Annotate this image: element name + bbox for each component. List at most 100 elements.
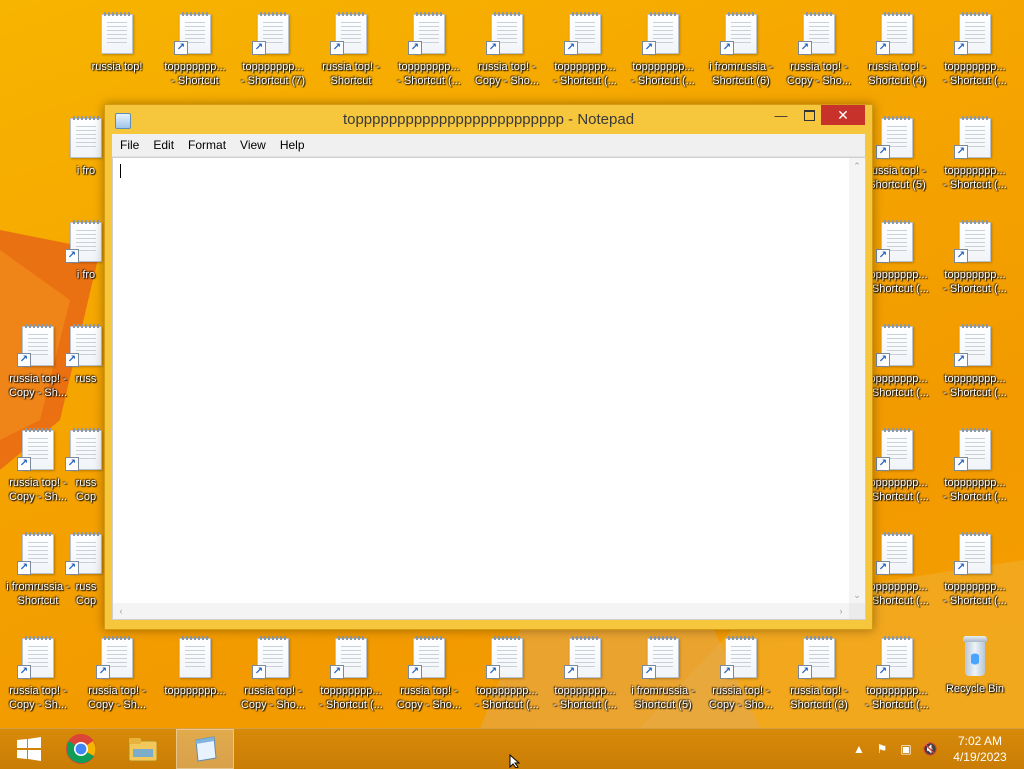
notepad-rings — [884, 636, 910, 640]
desktop-icon[interactable]: ↗ russia top! - Copy - Sh... — [79, 628, 155, 724]
shortcut-arrow-icon: ↗ — [954, 249, 968, 263]
notepad-rings — [962, 428, 988, 432]
desktop-icon[interactable]: ↗ russia top! - Copy - Sho... — [235, 628, 311, 724]
shortcut-arrow-icon: ↗ — [17, 353, 31, 367]
notepad-rings — [73, 532, 99, 536]
notepad-rings — [962, 324, 988, 328]
horizontal-scrollbar[interactable]: ‹ › — [113, 603, 849, 619]
menu-help[interactable]: Help — [273, 134, 312, 156]
desktop-icon-label: i fromrussia - Shortcut (5) — [631, 685, 695, 711]
notepad-rings — [962, 12, 988, 16]
desktop-icon-label: russia top! - Copy - Sho... — [240, 685, 306, 711]
maximize-button[interactable] — [795, 105, 823, 125]
desktop-icon[interactable]: ↗ toppppppp... - Shortcut (... — [469, 628, 545, 724]
text-document-icon: ↗ — [954, 324, 991, 367]
desktop-icon[interactable]: ↗ russia top! - Copy - Sh... — [0, 628, 76, 724]
text-document-icon: ↗ — [564, 12, 601, 55]
network-icon[interactable]: ▣ — [898, 741, 914, 757]
start-button[interactable] — [0, 729, 58, 769]
text-document-icon: ↗ — [65, 532, 102, 575]
scroll-up-icon[interactable]: ⌃ — [849, 158, 865, 174]
desktop-icon[interactable]: russia top! — [79, 4, 155, 100]
desktop-icon[interactable]: ↗ toppppppp... - Shortcut (... — [937, 524, 1013, 620]
notepad-app-icon[interactable] — [115, 113, 131, 129]
shortcut-arrow-icon: ↗ — [564, 665, 578, 679]
notepad-rings — [884, 220, 910, 224]
scroll-left-icon[interactable]: ‹ — [113, 603, 129, 619]
desktop-icon[interactable]: ↗ toppppppp... - Shortcut — [157, 4, 233, 100]
desktop-icon[interactable]: toppppppp... — [157, 628, 233, 724]
desktop-icon[interactable]: ↗ russia top! - Shortcut — [313, 4, 389, 100]
text-document-icon: ↗ — [954, 532, 991, 575]
desktop-icon[interactable]: ↗ russia top! - Shortcut (4) — [859, 4, 935, 100]
desktop-icon[interactable]: ↗ toppppppp... - Shortcut (... — [547, 628, 623, 724]
desktop-icon[interactable]: ↗ toppppppp... - Shortcut (... — [391, 4, 467, 100]
desktop-icon[interactable]: ↗ toppppppp... - Shortcut (... — [937, 420, 1013, 516]
scroll-down-icon[interactable]: ⌄ — [849, 587, 865, 603]
menu-format[interactable]: Format — [181, 134, 233, 156]
desktop-icon[interactable]: ↗ toppppppp... - Shortcut (7) — [235, 4, 311, 100]
desktop-icon[interactable]: ↗ russia top! - Copy - Sho... — [469, 4, 545, 100]
desktop-icon[interactable]: ↗ toppppppp... - Shortcut (... — [937, 212, 1013, 308]
minimize-button[interactable]: — — [767, 105, 795, 125]
shortcut-arrow-icon: ↗ — [65, 457, 79, 471]
desktop-icon[interactable]: ↗ russia top! - Shortcut (3) — [781, 628, 857, 724]
desktop-icon[interactable]: ↗ toppppppp... - Shortcut (... — [859, 628, 935, 724]
desktop-icon[interactable]: ↗ toppppppp... - Shortcut (... — [547, 4, 623, 100]
text-document-icon: ↗ — [17, 636, 54, 679]
text-document-icon: ↗ — [96, 636, 133, 679]
notepad-rings — [884, 532, 910, 536]
menu-edit[interactable]: Edit — [146, 134, 181, 156]
desktop-icon[interactable]: ↗ i fromrussia - Shortcut (5) — [625, 628, 701, 724]
text-document-icon: ↗ — [876, 324, 913, 367]
text-document-icon: ↗ — [330, 12, 367, 55]
window-titlebar[interactable]: toppppppppppppppppppppppppp - Notepad — [105, 105, 872, 133]
text-document-icon: ↗ — [642, 12, 679, 55]
desktop-icon-label: russia top! - Copy - Sho... — [474, 61, 540, 87]
menu-file[interactable]: File — [112, 134, 146, 156]
notepad-rings — [650, 636, 676, 640]
desktop-icon[interactable]: ↗ russia top! - Copy - Sho... — [703, 628, 779, 724]
shortcut-arrow-icon: ↗ — [17, 665, 31, 679]
taskbar-file-explorer[interactable] — [114, 729, 172, 769]
notepad-rings — [25, 636, 51, 640]
text-document-icon: ↗ — [486, 12, 523, 55]
text-document-icon: ↗ — [876, 636, 913, 679]
shortcut-arrow-icon: ↗ — [174, 41, 188, 55]
desktop-icon[interactable]: ↗ toppppppp... - Shortcut (... — [937, 316, 1013, 412]
shortcut-arrow-icon: ↗ — [876, 353, 890, 367]
shortcut-arrow-icon: ↗ — [954, 561, 968, 575]
scroll-right-icon[interactable]: › — [833, 603, 849, 619]
desktop-icon[interactable]: ↗ toppppppp... - Shortcut (... — [937, 4, 1013, 100]
notepad-rings — [104, 12, 130, 16]
desktop-icon[interactable]: ↗ i fromrussia - Shortcut (6) — [703, 4, 779, 100]
desktop-icon-label: toppppppp... - Shortcut (... — [475, 685, 539, 711]
taskbar-chrome[interactable] — [52, 729, 110, 769]
desktop-icon-label: toppppppp... - Shortcut — [164, 61, 226, 87]
notepad-window[interactable]: toppppppppppppppppppppppppp - Notepad — … — [104, 104, 873, 630]
desktop-icon[interactable]: ↗ toppppppp... - Shortcut (... — [625, 4, 701, 100]
show-hidden-icons-icon[interactable]: ▲ — [851, 741, 867, 757]
desktop-icon[interactable]: ↗ toppppppp... - Shortcut (... — [937, 108, 1013, 204]
chrome-icon — [66, 734, 96, 764]
vertical-scrollbar[interactable]: ⌃ ⌄ — [849, 158, 865, 603]
recycle-bin[interactable]: Recycle Bin — [937, 628, 1013, 724]
notepad-rings — [494, 636, 520, 640]
desktop-icon[interactable]: ↗ toppppppp... - Shortcut (... — [313, 628, 389, 724]
desktop-icon[interactable]: ↗ russia top! - Copy - Sho... — [781, 4, 857, 100]
shortcut-arrow-icon: ↗ — [798, 665, 812, 679]
close-button[interactable]: ✕ — [821, 105, 865, 125]
notepad-rings — [73, 220, 99, 224]
taskbar-notepad[interactable] — [176, 729, 234, 769]
notepad-rings — [260, 636, 286, 640]
text-document-icon: ↗ — [876, 532, 913, 575]
shortcut-arrow-icon: ↗ — [486, 41, 500, 55]
desktop-icon[interactable]: ↗ russia top! - Copy - Sho... — [391, 628, 467, 724]
menu-view[interactable]: View — [233, 134, 273, 156]
clock[interactable]: 7:02 AM 4/19/2023 — [944, 733, 1016, 765]
desktop-icon-label: russia top! - Shortcut (3) — [790, 685, 848, 711]
text-document-icon: ↗ — [65, 220, 102, 263]
volume-muted-icon[interactable]: 🔇 — [922, 741, 938, 757]
action-center-flag-icon[interactable]: ⚑ — [874, 741, 890, 757]
text-editor[interactable]: ⌃ ⌄ ‹ › — [112, 157, 866, 620]
